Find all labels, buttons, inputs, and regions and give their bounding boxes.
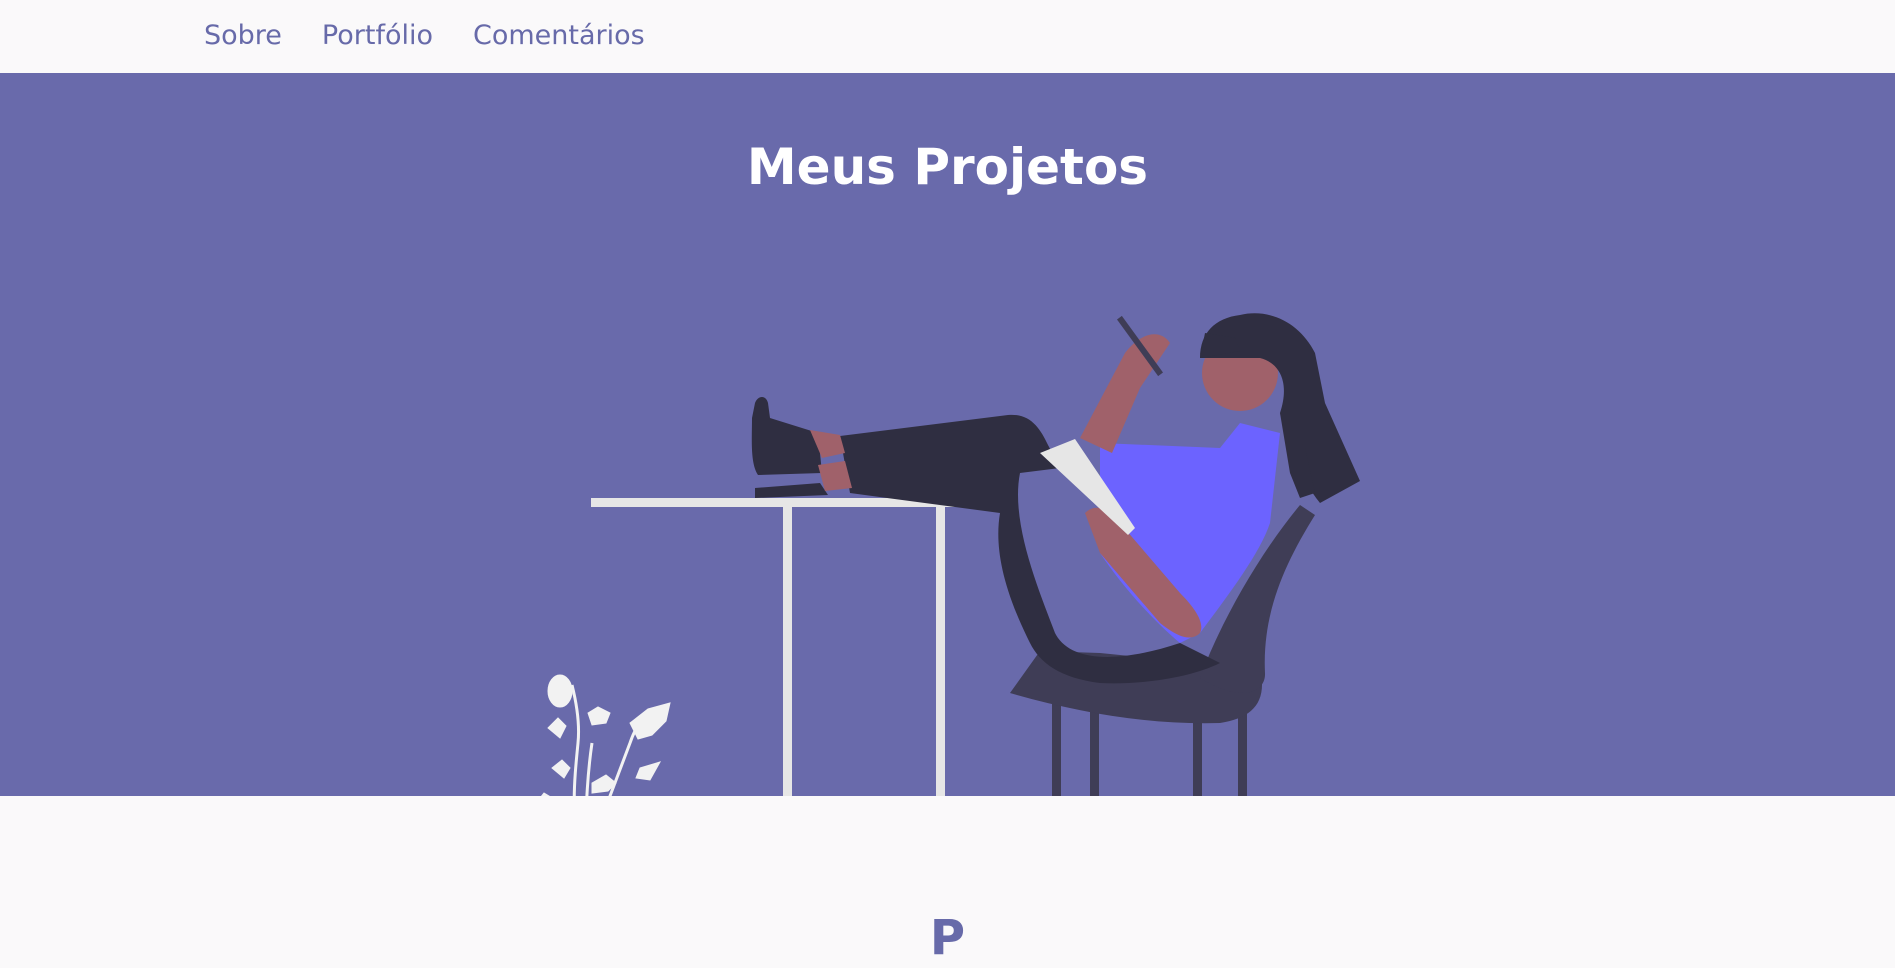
nav-link-portfolio[interactable]: Portfólio [322, 20, 433, 51]
hero-title: Meus Projetos [746, 138, 1149, 196]
next-section: P [0, 796, 1895, 966]
nav-link-sobre[interactable]: Sobre [204, 20, 282, 51]
next-section-heading: P [929, 910, 966, 966]
nav-item-sobre: Sobre [204, 18, 282, 54]
nav-link-comentarios[interactable]: Comentários [473, 20, 645, 51]
nav-links: Sobre Portfólio Comentários [204, 18, 645, 54]
top-navigation: Sobre Portfólio Comentários [0, 0, 1895, 73]
nav-item-portfolio: Portfólio [322, 18, 433, 54]
woman-reading-illustration [525, 313, 1360, 867]
shoes [751, 397, 828, 498]
hero-section: Meus Projetos [0, 73, 1895, 867]
nav-item-comentarios: Comentários [473, 18, 645, 54]
